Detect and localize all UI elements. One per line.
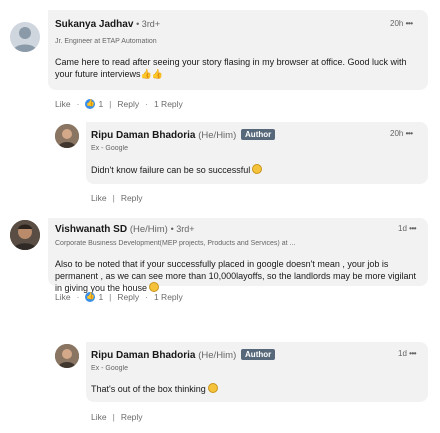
grinning-emoji-icon xyxy=(207,383,218,393)
reply-text: That's out of the box thinking xyxy=(91,383,421,395)
divider: | xyxy=(112,412,115,422)
pronoun: (He/Him) xyxy=(198,350,237,361)
author-badge: Author xyxy=(241,349,276,360)
profile-photo-icon xyxy=(55,344,79,368)
like-button[interactable]: Like xyxy=(91,412,107,422)
reply-ripu-2: Ripu Daman Bhadoria (He/Him) Author Ex -… xyxy=(0,0,440,433)
replier-headline: Ex - Google xyxy=(91,365,128,372)
replier-name[interactable]: Ripu Daman Bhadoria xyxy=(91,350,195,361)
replier-name-line[interactable]: Ripu Daman Bhadoria (He/Him) Author xyxy=(91,349,276,361)
more-options-icon[interactable]: ••• xyxy=(409,349,416,358)
reply-button[interactable]: Reply xyxy=(121,412,143,422)
reply-time: 1d ••• xyxy=(398,349,417,358)
avatar[interactable] xyxy=(55,344,79,368)
reply-actions: Like | Reply xyxy=(91,412,143,422)
